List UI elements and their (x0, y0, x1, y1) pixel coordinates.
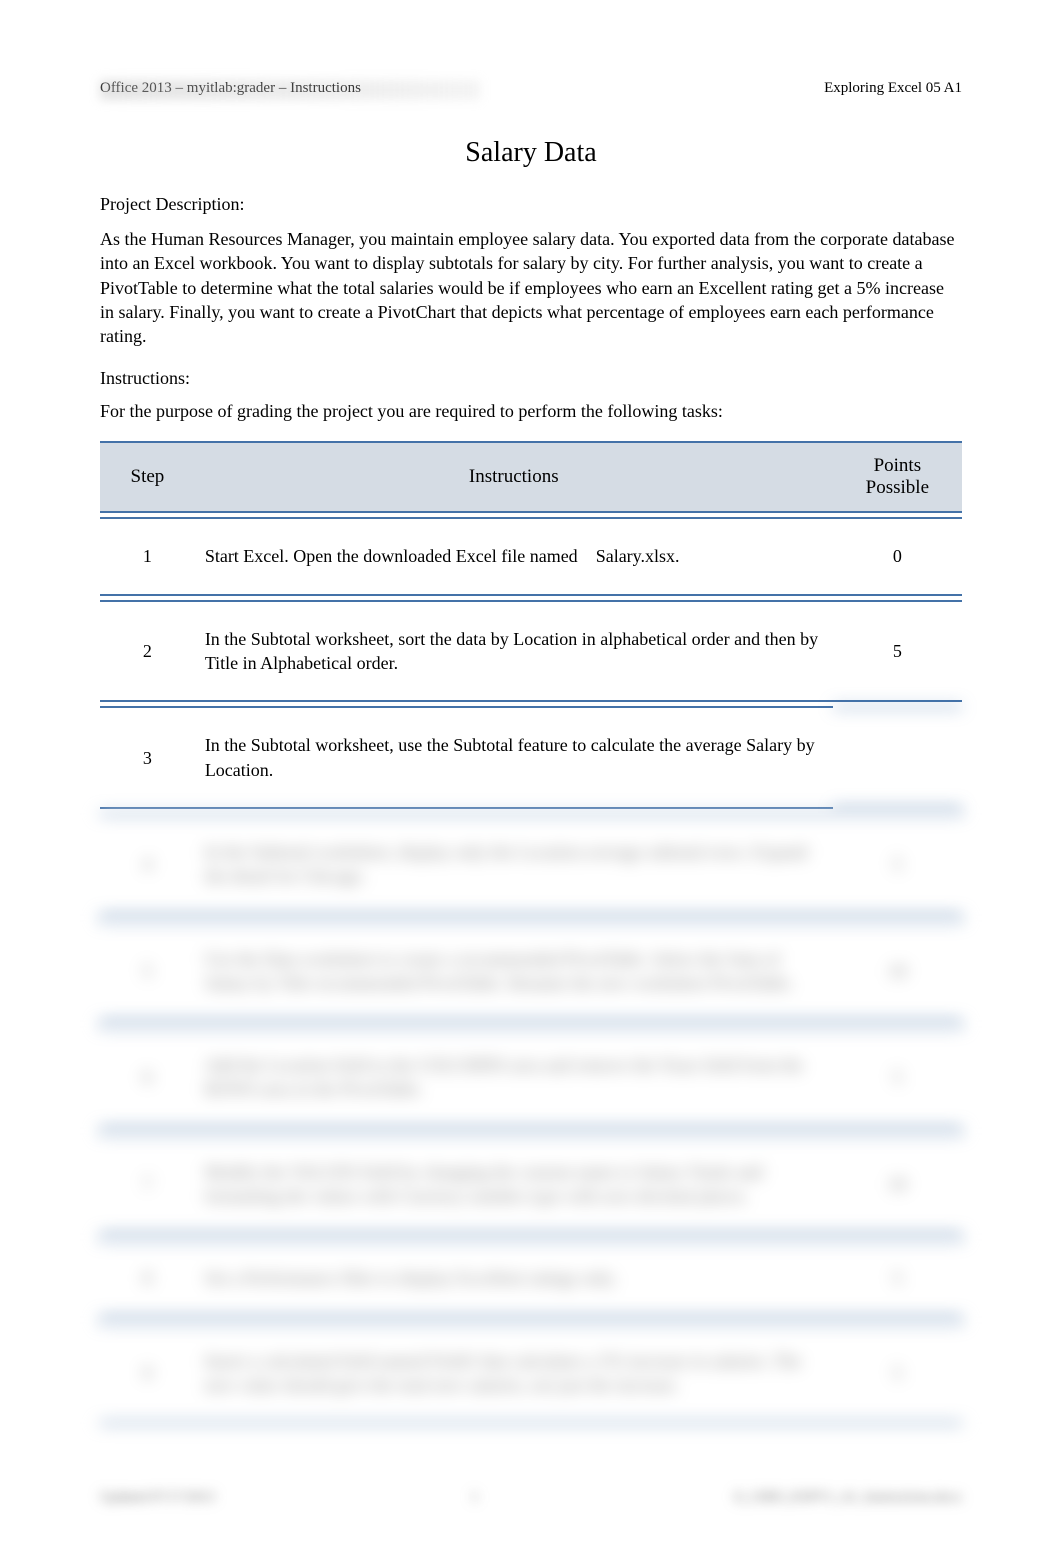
step-instruction-blurred: Modify the VALUES field by changing the … (195, 1133, 833, 1236)
step-points: 0 (833, 517, 962, 595)
header-blur-overlay (100, 80, 480, 100)
table-row-blurred: 9 Insert a calculated field named Field1… (100, 1322, 962, 1425)
footer-center: 1 (471, 1490, 478, 1506)
step-points: 5 (833, 600, 962, 703)
document-page: Office 2013 – myitlab:grader – Instructi… (0, 0, 1062, 1468)
step-instruction: In the Subtotal worksheet, use the Subto… (195, 706, 833, 809)
step-points-blurred: 5 (833, 813, 962, 916)
instructions-lead-text: For the purpose of grading the project y… (100, 401, 962, 422)
table-row: 2 In the Subtotal worksheet, sort the da… (100, 600, 962, 703)
step-points-blurred: 5 (833, 1322, 962, 1425)
table-row-blurred: 6 Add the Location field to the COLUMNS … (100, 1026, 962, 1129)
step-points-blurred (833, 706, 962, 809)
table-row: 3 In the Subtotal worksheet, use the Sub… (100, 706, 962, 809)
step-number-blurred: 8 (100, 1239, 195, 1317)
step-instruction-blurred: Use the Data worksheet to create a recom… (195, 920, 833, 1023)
table-header-row: Step Instructions Points Possible (100, 441, 962, 513)
project-description-text: As the Human Resources Manager, you main… (100, 227, 962, 348)
step-points-blurred: 10 (833, 1133, 962, 1236)
step-number: 1 (100, 517, 195, 595)
step-instruction: Start Excel. Open the downloaded Excel f… (195, 517, 833, 595)
step-instruction-blurred: Set a Performance filter to display Exce… (195, 1239, 833, 1317)
step-number-blurred: 9 (100, 1322, 195, 1425)
step-points-blurred: 5 (833, 1239, 962, 1317)
col-header-step: Step (100, 441, 195, 513)
page-footer: Updated 07/17/2013 1 E_CH05_EXPV1_A1_Ins… (100, 1490, 962, 1506)
table-row-blurred: 7 Modify the VALUES field by changing th… (100, 1133, 962, 1236)
instructions-label: Instructions: (100, 368, 962, 389)
document-title: Salary Data (100, 137, 962, 169)
grading-table: Step Instructions Points Possible 1 Star… (100, 437, 962, 1428)
footer-left: Updated 07/17/2013 (100, 1490, 215, 1506)
step-points-blurred: 5 (833, 1026, 962, 1129)
step-points-blurred: 10 (833, 920, 962, 1023)
project-description-label: Project Description: (100, 194, 962, 215)
table-row-blurred: 8 Set a Performance filter to display Ex… (100, 1239, 962, 1317)
col-header-instructions: Instructions (195, 441, 833, 513)
table-row-blurred: 4 In the Subtotal worksheet, display onl… (100, 813, 962, 916)
step-number-blurred: 4 (100, 813, 195, 916)
step-instruction-blurred: Add the Location field to the COLUMNS ar… (195, 1026, 833, 1129)
step-number-blurred: 7 (100, 1133, 195, 1236)
step-number: 3 (100, 706, 195, 809)
col-header-points: Points Possible (833, 441, 962, 513)
step-number: 2 (100, 600, 195, 703)
footer-right: E_CH05_EXPV1_A1_Instructions.docx (735, 1490, 963, 1506)
header-right-text: Exploring Excel 05 A1 (824, 80, 962, 97)
instruction-suffix: Salary.xlsx. (596, 546, 680, 566)
instruction-prefix: Start Excel. Open the downloaded Excel f… (205, 546, 578, 566)
step-number-blurred: 5 (100, 920, 195, 1023)
table-row: 1 Start Excel. Open the downloaded Excel… (100, 517, 962, 595)
step-number-blurred: 6 (100, 1026, 195, 1129)
table-row-blurred: 5 Use the Data worksheet to create a rec… (100, 920, 962, 1023)
step-instruction-blurred: Insert a calculated field named Field1 t… (195, 1322, 833, 1425)
step-instruction: In the Subtotal worksheet, sort the data… (195, 600, 833, 703)
step-instruction-blurred: In the Subtotal worksheet, display only … (195, 813, 833, 916)
